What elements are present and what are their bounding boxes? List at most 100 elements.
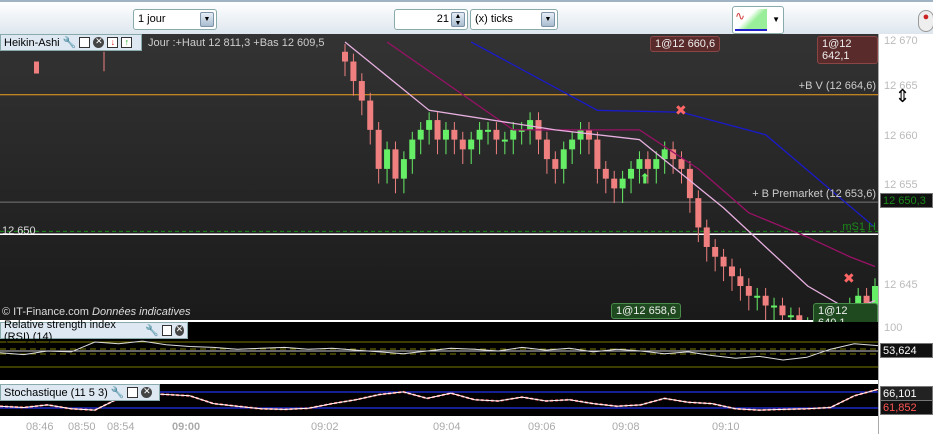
buy-arrow-icon: ⬆: [639, 171, 651, 187]
candle-up: [384, 149, 391, 169]
candle-down: [585, 129, 592, 140]
current-price-box: 12 650,3: [880, 193, 933, 208]
price-axis: 12 670 12 665 12 660 12 655 12 645 ⇕ 100: [878, 34, 933, 434]
candle-down: [451, 129, 458, 140]
candle-up: [426, 120, 433, 130]
candle-down: [350, 61, 357, 82]
rsi-header: Relative strength index (RSI) (14) 🔧 ✕: [0, 319, 188, 343]
candle-up: [485, 129, 492, 132]
ref-level-label: 12 650: [2, 225, 36, 237]
stoch-panel[interactable]: Stochastique (11 5 3) 🔧 ✕: [0, 384, 879, 416]
candle-down: [796, 315, 803, 326]
chevron-down-icon: ▼: [200, 12, 214, 27]
order-tag[interactable]: 1@12 658,6: [611, 303, 682, 319]
candle-down: [686, 168, 693, 199]
candle-up: [400, 159, 407, 179]
sell-marker-icon: ✖: [675, 102, 687, 118]
candle-down: [367, 100, 374, 130]
candle: [34, 61, 39, 74]
toolbar: 1 jour ▼ 21 ▲ ▼ (x) ticks ▼ ∿ ▼ ●: [0, 0, 933, 34]
spin-icon[interactable]: ▲ ▼: [451, 12, 465, 27]
candle-up: [476, 129, 483, 140]
candle-up: [409, 139, 416, 160]
chart-info: Jour :+Haut 12 811,3 +Bas 12 609,5: [148, 37, 325, 49]
candle-down: [434, 120, 441, 140]
wrench-icon[interactable]: 🔧: [145, 324, 159, 337]
ma-purple-line: [386, 41, 876, 268]
candle-down: [342, 51, 348, 62]
watermark: © IT-Finance.com Données indicatives: [2, 306, 191, 318]
candle-down: [602, 168, 609, 179]
stoch-k-value: 66,101: [880, 386, 933, 401]
period-select[interactable]: 1 jour ▼: [133, 9, 217, 30]
candle-down: [392, 149, 399, 179]
price-plot: ✖ ✖ ⬆: [0, 41, 878, 350]
premarket-level-label: + B Premarket (12 653,6): [752, 188, 876, 200]
price-chart[interactable]: ✖ ✖ ⬆ Heikin-Ashi 🔧 ✕ ↓ ↑ Jour :+Haut 12 8…: [0, 34, 878, 350]
window-icon[interactable]: [162, 325, 172, 336]
candle-up: [569, 139, 576, 150]
chevron-down-icon: ▼: [772, 15, 780, 24]
wrench-icon[interactable]: 🔧: [63, 36, 77, 49]
candle-down: [779, 305, 786, 316]
move-up-icon[interactable]: ↑: [121, 37, 133, 48]
candle-up: [653, 159, 660, 169]
indicator-chart-icon: ∿: [735, 9, 767, 31]
move-down-icon[interactable]: ↓: [107, 37, 119, 48]
candle-up: [577, 129, 584, 140]
order-tag[interactable]: 1@12 660,6: [650, 36, 721, 52]
candle-down: [745, 286, 752, 296]
candle-down: [720, 256, 727, 267]
ms1-level-label: mS1 H: [842, 221, 876, 233]
candle-down: [695, 198, 702, 228]
chevron-down-icon: ▼: [541, 12, 555, 27]
rsi-value: 53,624: [880, 343, 933, 358]
close-icon[interactable]: ✕: [93, 37, 105, 48]
candle-up: [468, 139, 475, 150]
candle-up: [510, 129, 517, 140]
candle-down: [728, 266, 735, 277]
wrench-icon[interactable]: 🔧: [111, 386, 125, 399]
candle-up: [754, 295, 761, 298]
candle-down: [459, 139, 466, 150]
candle-up: [787, 315, 794, 318]
app-icon[interactable]: ●: [918, 10, 933, 32]
candle-down: [493, 129, 500, 140]
stoch-header: Stochastique (11 5 3) 🔧 ✕: [0, 384, 160, 401]
candle-up: [619, 178, 626, 189]
candle-down: [375, 129, 382, 169]
candle-down: [737, 276, 744, 286]
ticks-unit-select[interactable]: (x) ticks ▼: [470, 9, 558, 30]
candle-up: [636, 159, 643, 169]
rsi-panel[interactable]: Relative strength index (RSI) (14) 🔧 ✕: [0, 319, 879, 380]
stoch-d-value: 61,852: [880, 400, 933, 415]
candle-down: [543, 139, 550, 160]
candle-down: [762, 295, 769, 306]
bv-level-label: +B V (12 664,6): [798, 80, 876, 92]
order-tag[interactable]: 1@12 642,1: [817, 36, 878, 64]
candle-up: [442, 129, 449, 140]
candle-down: [611, 178, 618, 189]
sell-marker-icon: ✖: [843, 270, 855, 286]
ticks-stepper[interactable]: 21 ▲ ▼: [394, 9, 468, 30]
candle-up: [628, 168, 635, 179]
chart-header: Heikin-Ashi 🔧 ✕ ↓ ↑: [0, 34, 142, 51]
candle-up: [560, 149, 567, 169]
window-icon[interactable]: [127, 387, 139, 398]
ma-pink-line: [344, 41, 876, 312]
close-icon[interactable]: ✕: [141, 387, 153, 398]
candle-down: [358, 81, 365, 101]
candle-up: [501, 139, 508, 142]
candle-down: [594, 139, 601, 169]
candle-up: [771, 305, 778, 308]
indicator-button[interactable]: ∿ ▼: [732, 6, 784, 34]
window-icon[interactable]: [79, 37, 91, 48]
candle-down: [552, 159, 559, 169]
close-icon[interactable]: ✕: [174, 325, 184, 336]
candle-up: [417, 129, 424, 140]
resize-cursor-icon: ⇕: [895, 86, 911, 106]
candle-down: [644, 159, 651, 169]
candle-down: [678, 159, 685, 169]
candle-down: [712, 246, 719, 257]
candle-down: [703, 227, 710, 247]
